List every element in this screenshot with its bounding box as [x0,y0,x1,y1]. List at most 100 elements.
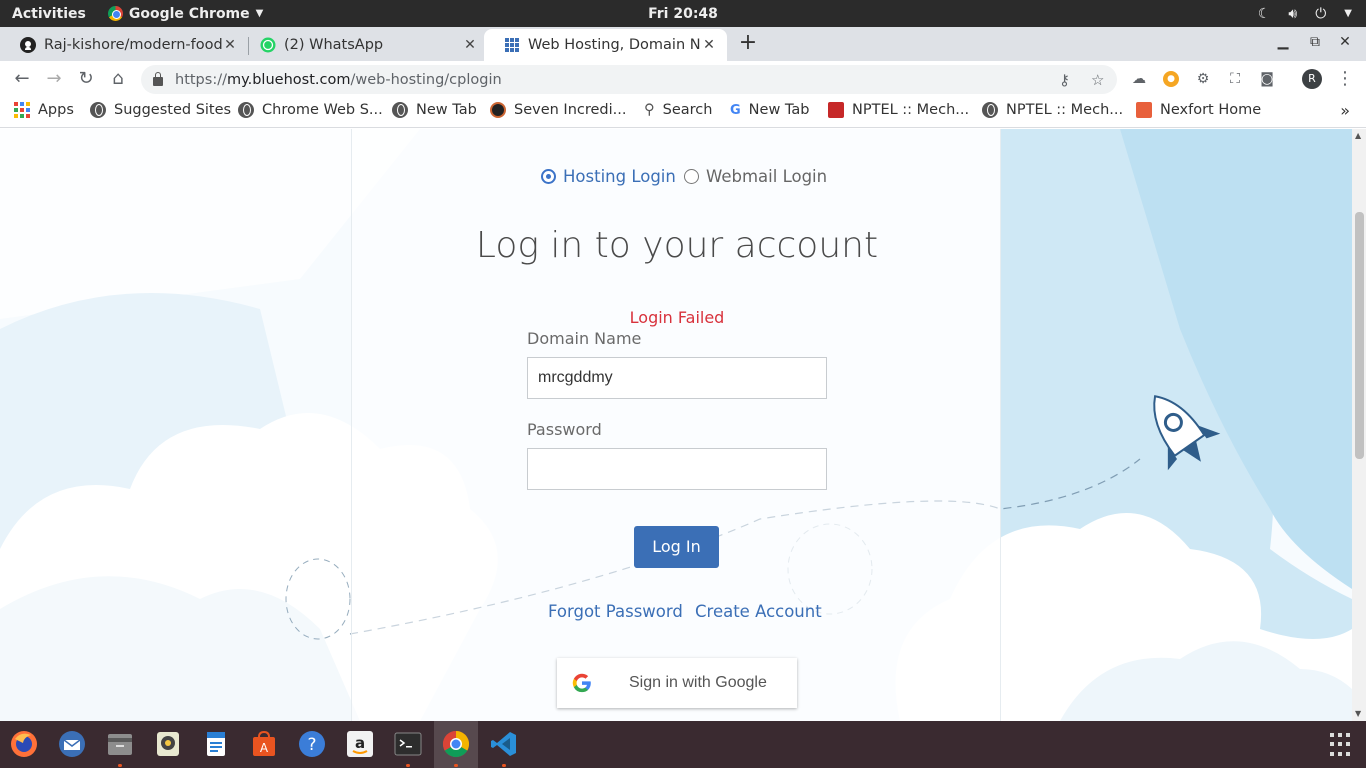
night-light-icon: ☾ [1257,5,1271,22]
search-icon: ⚲ [644,102,655,118]
globe-icon [982,102,998,118]
bookmark-apps[interactable]: Apps [14,102,74,118]
url-host: my.bluehost.com [226,71,351,88]
domain-name-input[interactable]: mrcgddmy [527,357,827,399]
password-label: Password [527,420,602,439]
radio-selected-icon[interactable] [541,169,556,184]
extension-gear-icon[interactable]: ⚙ [1195,71,1211,87]
bookmark-seven-incredible[interactable]: Seven Incredi... [490,102,627,118]
extension-screen-icon[interactable]: ⛶ [1227,71,1243,87]
chevron-down-icon: ▼ [255,8,264,19]
bookmark-chrome-web-store[interactable]: Chrome Web S... [238,102,383,118]
help-icon[interactable]: ? [297,729,327,759]
tab-title: (2) WhatsApp [284,37,384,53]
bookmark-label: Seven Incredi... [514,102,627,118]
show-applications-icon[interactable] [1330,733,1354,757]
nptel-icon [828,102,844,118]
close-icon[interactable]: ✕ [462,37,478,53]
bookmark-label: NPTEL :: Mech... [852,102,970,118]
extension-orange-icon[interactable]: ● [1163,71,1179,87]
close-icon[interactable]: ✕ [222,37,238,53]
svg-text:?: ? [307,735,316,755]
radio-unselected-icon[interactable] [684,169,699,184]
bookmark-new-tab-google[interactable]: G New Tab [730,102,809,118]
reload-icon[interactable]: ↻ [74,67,98,91]
bookmarks-bar: Apps Suggested Sites Chrome Web S... New… [0,97,1366,128]
bookmark-new-tab[interactable]: New Tab [392,102,477,118]
bookmark-suggested-sites[interactable]: Suggested Sites [90,102,231,118]
bookmark-search[interactable]: ⚲ Search [644,102,712,118]
address-bar[interactable]: https://my.bluehost.com/web-hosting/cplo… [141,65,1117,94]
tab-github[interactable]: Raj-kishore/modern-food ✕ [0,29,248,61]
globe-icon [90,102,106,118]
globe-icon [238,102,254,118]
url-path: /web-hosting/cplogin [350,71,502,88]
key-icon[interactable]: ⚷ [1059,71,1070,89]
system-tray[interactable]: ☾ 🔊︎ ⏻ ▼ [1258,6,1352,22]
tab-whatsapp[interactable]: (2) WhatsApp ✕ [240,29,488,61]
tab-bluehost[interactable]: Web Hosting, Domain Na ✕ [484,29,727,61]
scroll-thumb[interactable] [1355,212,1364,459]
bookmark-nptel-1[interactable]: NPTEL :: Mech... [828,102,969,118]
page-viewport: Hosting Login Webmail Login Log in to yo… [0,129,1352,721]
bookmark-label: Chrome Web S... [262,102,383,118]
libreoffice-writer-icon[interactable] [201,729,231,759]
star-icon[interactable]: ☆ [1091,71,1104,89]
bookmark-label: New Tab [748,102,810,118]
file-manager-icon[interactable] [105,729,135,759]
bookmark-label: Apps [38,102,74,118]
login-card: Hosting Login Webmail Login Log in to yo… [351,129,1001,721]
app-menu[interactable]: Google Chrome ▼ [107,6,264,22]
apps-grid-icon [14,102,30,118]
svg-text:a: a [355,734,365,752]
profile-avatar[interactable]: R [1302,69,1322,89]
bookmark-label: New Tab [416,102,477,118]
bookmark-nexfort-home[interactable]: Nexfort Home [1136,102,1261,118]
more-menu-icon[interactable]: ⋮ [1336,68,1354,89]
restore-icon[interactable]: ⧉ [1307,34,1323,50]
create-account-link[interactable]: Create Account [695,602,822,621]
running-indicator [454,764,458,767]
url-scheme: https:// [175,71,227,88]
scroll-up-icon[interactable]: ▲ [1355,131,1361,140]
ubuntu-software-icon[interactable]: A [249,729,279,759]
forward-icon[interactable]: → [42,67,66,91]
bookmark-nptel-2[interactable]: NPTEL :: Mech... [982,102,1123,118]
close-window-icon[interactable]: ✕ [1337,34,1353,50]
chrome-icon[interactable] [441,729,471,759]
minimize-icon[interactable]: ▁ [1275,34,1291,50]
page-scrollbar[interactable]: ▲ ▼ [1352,129,1366,721]
nexfort-icon [1136,102,1152,118]
github-icon [20,37,36,53]
activities-button[interactable]: Activities [12,6,86,22]
home-icon[interactable]: ⌂ [106,67,130,91]
amazon-icon[interactable]: a [345,729,375,759]
login-error-message: Login Failed [629,308,725,327]
password-input[interactable] [527,448,827,490]
forgot-password-link[interactable]: Forgot Password [548,602,683,621]
new-tab-button[interactable]: + [738,31,758,55]
bookmarks-overflow-icon[interactable]: » [1340,101,1350,120]
url-text[interactable]: https://my.bluehost.com/web-hosting/cplo… [175,72,502,88]
thunderbird-icon[interactable] [57,729,87,759]
running-indicator [502,764,506,767]
login-button[interactable]: Log In [634,526,719,568]
camera-icon[interactable]: ◙ [1259,71,1275,87]
scroll-down-icon[interactable]: ▼ [1355,709,1361,718]
volume-icon: 🔊︎ [1288,5,1298,22]
tab-strip: Raj-kishore/modern-food ✕ (2) WhatsApp ✕… [0,27,1366,61]
back-icon[interactable]: ← [10,67,34,91]
chevron-down-icon: ▼ [1344,8,1352,19]
vscode-icon[interactable] [489,729,519,759]
page-title: Log in to your account [475,225,879,266]
system-top-bar: Activities Google Chrome ▼ Fri 20:48 ☾ 🔊… [0,0,1366,27]
terminal-icon[interactable] [393,729,423,759]
rhythmbox-icon[interactable] [153,729,183,759]
close-icon[interactable]: ✕ [701,37,717,53]
firefox-icon[interactable] [9,729,39,759]
running-indicator [118,764,122,767]
radio-hosting-login[interactable]: Hosting Login [541,167,676,186]
radio-webmail-login[interactable]: Webmail Login [684,167,827,186]
google-sign-in-button[interactable]: Sign in with Google [557,658,797,708]
extension-cloud-icon[interactable]: ☁ [1131,71,1147,87]
